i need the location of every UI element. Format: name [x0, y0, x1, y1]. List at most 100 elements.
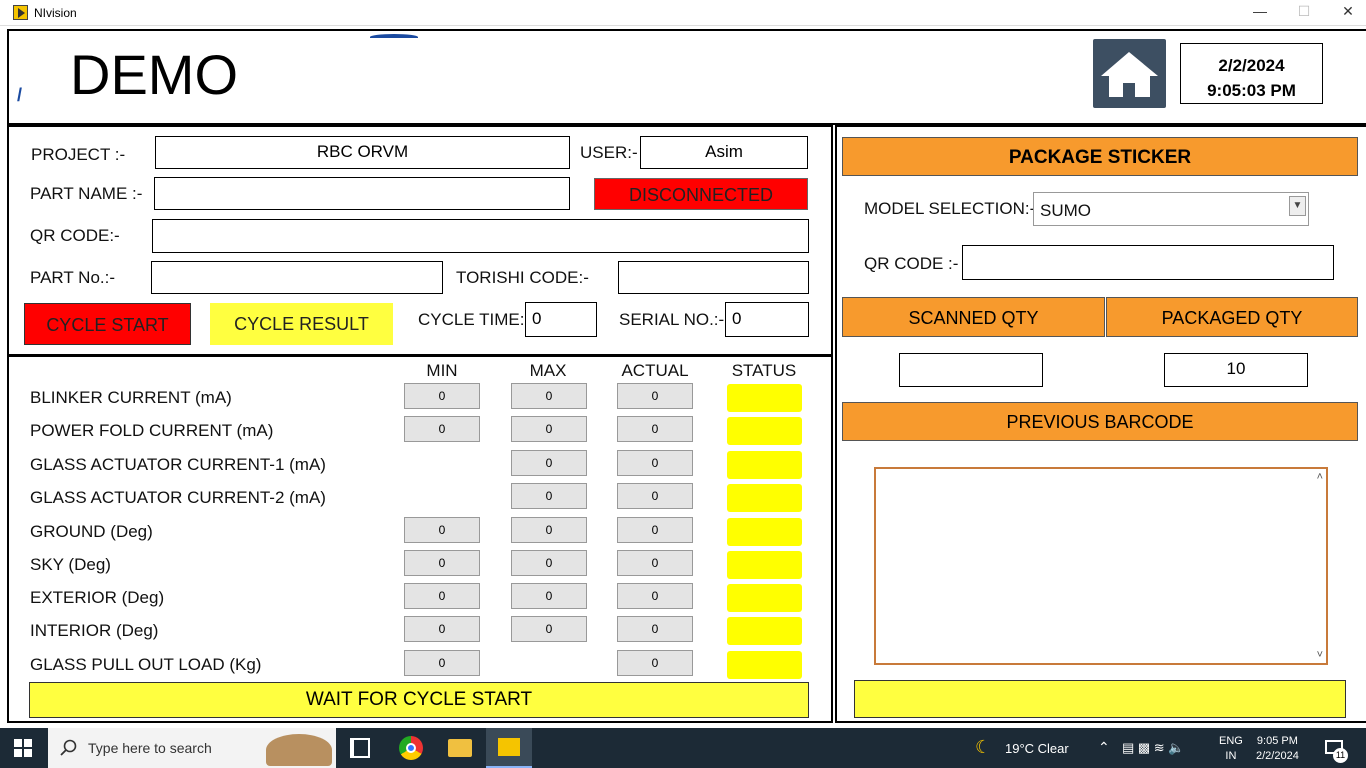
- previous-barcode-header: PREVIOUS BARCODE: [842, 402, 1358, 441]
- max-value-cell[interactable]: 0: [511, 450, 587, 476]
- model-selection-dropdown[interactable]: SUMO ▼: [1033, 192, 1309, 226]
- package-qr-label: QR CODE :-: [864, 254, 959, 273]
- task-view-icon[interactable]: [350, 738, 370, 758]
- part-no-field[interactable]: [151, 261, 443, 294]
- actual-value-cell[interactable]: 0: [617, 550, 693, 576]
- chrome-icon[interactable]: [399, 736, 423, 760]
- nivision-taskbar-button[interactable]: [486, 728, 532, 768]
- max-value-cell[interactable]: 0: [511, 416, 587, 442]
- file-explorer-icon[interactable]: [448, 739, 472, 757]
- torishi-code-field[interactable]: [618, 261, 809, 294]
- actual-value-cell[interactable]: 0: [617, 517, 693, 543]
- max-value-cell[interactable]: 0: [511, 383, 587, 409]
- scanned-qty-field[interactable]: [899, 353, 1043, 387]
- max-value-cell[interactable]: 0: [511, 616, 587, 642]
- windows-start-icon[interactable]: [14, 739, 32, 757]
- clock-time: 9:05 PM: [1256, 735, 1298, 747]
- actual-value-cell[interactable]: 0: [617, 383, 693, 409]
- project-field[interactable]: RBC ORVM: [155, 136, 570, 169]
- status-indicator: [727, 617, 802, 645]
- language-indicator[interactable]: ENG IN: [1219, 734, 1243, 764]
- project-label: PROJECT :-: [31, 145, 126, 164]
- user-field[interactable]: Asim: [640, 136, 808, 169]
- time-text: 9:05:03 PM: [1207, 81, 1296, 100]
- actual-value-cell[interactable]: 0: [617, 483, 693, 509]
- close-button[interactable]: ✕: [1338, 3, 1358, 20]
- part-name-field[interactable]: [154, 177, 570, 210]
- window-titlebar: NIvision — ☐ ✕: [0, 0, 1366, 26]
- scanned-qty-header: SCANNED QTY: [842, 297, 1105, 337]
- part-name-label: PART NAME :-: [30, 184, 143, 203]
- app-icon: [13, 5, 28, 20]
- cycle-time-label: CYCLE TIME:-: [418, 310, 531, 329]
- serial-no-field[interactable]: 0: [725, 302, 809, 337]
- search-highlight-image: [266, 734, 332, 766]
- chrome-icon-center: [406, 743, 416, 753]
- model-selection-label: MODEL SELECTION:-: [864, 199, 1036, 218]
- search-icon: [60, 739, 77, 756]
- max-column-header: MAX: [529, 361, 567, 380]
- maximize-button[interactable]: ☐: [1294, 3, 1314, 20]
- cycle-time-field[interactable]: 0: [525, 302, 597, 337]
- min-value-cell[interactable]: 0: [404, 583, 480, 609]
- moon-icon: ☾: [975, 737, 992, 757]
- measurement-label: SKY (Deg): [30, 555, 111, 574]
- weather-text[interactable]: 19°C Clear: [1005, 741, 1069, 756]
- logo-fragment: /: [17, 85, 23, 105]
- date-text: 2/2/2024: [1218, 56, 1285, 75]
- logo-arc: [370, 34, 418, 40]
- scroll-up-icon[interactable]: ˄: [1317, 471, 1323, 483]
- min-column-header: MIN: [426, 361, 458, 380]
- min-value-cell[interactable]: 0: [404, 650, 480, 676]
- packaged-qty-header: PACKAGED QTY: [1106, 297, 1358, 337]
- part-no-label: PART No.:-: [30, 268, 116, 287]
- home-button[interactable]: [1093, 39, 1166, 108]
- measurement-label: GLASS ACTUATOR CURRENT-1 (mA): [30, 455, 326, 474]
- actual-value-cell[interactable]: 0: [617, 616, 693, 642]
- chevron-down-icon[interactable]: ▼: [1289, 196, 1306, 216]
- max-value-cell[interactable]: 0: [511, 583, 587, 609]
- model-selection-value: SUMO: [1040, 201, 1091, 220]
- torishi-code-label: TORISHI CODE:-: [456, 268, 589, 287]
- user-label: USER:-: [580, 143, 638, 162]
- packaged-qty-field[interactable]: 10: [1164, 353, 1308, 387]
- minimize-button[interactable]: —: [1250, 3, 1270, 19]
- left-panel-divider: [7, 354, 833, 357]
- home-icon: [1101, 52, 1158, 97]
- measurement-label: GLASS ACTUATOR CURRENT-2 (mA): [30, 488, 326, 507]
- connection-status-indicator: DISCONNECTED: [594, 178, 808, 210]
- actual-value-cell[interactable]: 0: [617, 583, 693, 609]
- scroll-down-icon[interactable]: ˅: [1317, 649, 1323, 661]
- measurement-label: INTERIOR (Deg): [30, 621, 159, 640]
- nivision-icon: [498, 738, 520, 756]
- actual-value-cell[interactable]: 0: [617, 450, 693, 476]
- actual-value-cell[interactable]: 0: [617, 416, 693, 442]
- measurement-label: GROUND (Deg): [30, 522, 153, 541]
- measurement-label: POWER FOLD CURRENT (mA): [30, 421, 274, 440]
- datetime-display: 2/2/2024 9:05:03 PM: [1180, 43, 1323, 104]
- max-value-cell[interactable]: 0: [511, 550, 587, 576]
- max-value-cell[interactable]: 0: [511, 517, 587, 543]
- min-value-cell[interactable]: 0: [404, 416, 480, 442]
- min-value-cell[interactable]: 0: [404, 383, 480, 409]
- min-value-cell[interactable]: 0: [404, 550, 480, 576]
- region-text: IN: [1225, 750, 1237, 762]
- system-tray-icons[interactable]: ▤ ▩ ≋ 🔈: [1122, 740, 1184, 756]
- qr-code-field[interactable]: [152, 219, 809, 253]
- chevron-up-icon[interactable]: ⌃: [1098, 739, 1110, 756]
- window-title: NIvision: [34, 6, 77, 20]
- cycle-result-indicator: CYCLE RESULT: [210, 303, 393, 345]
- taskbar-clock[interactable]: 9:05 PM 2/2/2024: [1256, 734, 1299, 764]
- taskbar-search[interactable]: Type here to search: [48, 728, 336, 768]
- notification-badge: 11: [1333, 748, 1348, 763]
- min-value-cell[interactable]: 0: [404, 517, 480, 543]
- previous-barcode-list[interactable]: ˄ ˅: [874, 467, 1328, 665]
- min-value-cell[interactable]: 0: [404, 616, 480, 642]
- actual-value-cell[interactable]: 0: [617, 650, 693, 676]
- package-qr-field[interactable]: [962, 245, 1334, 280]
- qr-code-label: QR CODE:-: [30, 226, 120, 245]
- status-indicator: [727, 584, 802, 612]
- max-value-cell[interactable]: 0: [511, 483, 587, 509]
- cycle-start-button[interactable]: CYCLE START: [24, 303, 191, 345]
- page-title: DEMO: [70, 43, 238, 106]
